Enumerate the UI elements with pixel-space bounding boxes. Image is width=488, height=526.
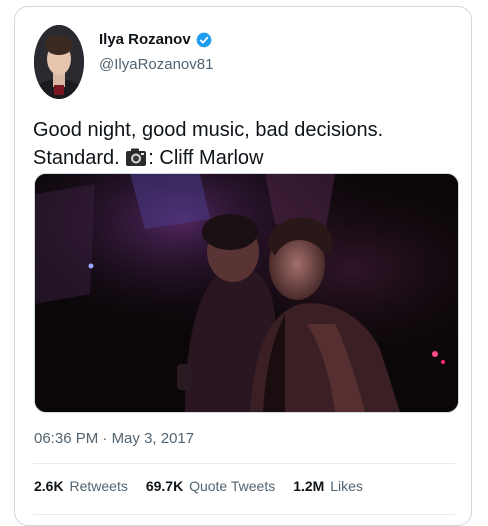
likes-stat[interactable]: 1.2M Likes <box>293 478 363 494</box>
divider-bottom <box>33 514 455 515</box>
tweet-card: Ilya Rozanov @IlyaRozanov81 Good night, … <box>14 6 472 526</box>
tweet-text-line-1: Good night, good music, bad decisions. <box>33 119 384 141</box>
quote-tweets-label: Quote Tweets <box>189 478 276 494</box>
tweet-text: Good night, good music, bad decisions. S… <box>33 116 453 172</box>
timestamp-time: 06:36 PM <box>34 430 99 447</box>
media-photo <box>35 174 458 412</box>
author-handle[interactable]: @IlyaRozanov81 <box>99 56 213 73</box>
retweets-count: 2.6K <box>34 478 64 494</box>
quote-tweets-count: 69.7K <box>145 478 184 494</box>
likes-count: 1.2M <box>293 478 325 494</box>
camera-icon <box>126 148 147 166</box>
avatar[interactable] <box>34 25 84 99</box>
tweet-text-line-2-post: : Cliff Marlow <box>148 147 264 169</box>
retweets-label: Retweets <box>69 478 128 494</box>
tweet-media-image[interactable] <box>34 173 459 413</box>
likes-label: Likes <box>330 478 363 494</box>
author-name[interactable]: Ilya Rozanov <box>99 31 191 48</box>
avatar-image <box>34 25 84 99</box>
tweet-stats: 2.6K Retweets 69.7K Quote Tweets 1.2M Li… <box>34 478 363 494</box>
tweet-text-line-2: Standard. : Cliff Marlow <box>33 144 453 172</box>
tweet-text-line-2-pre: Standard. <box>33 147 120 169</box>
verified-badge-icon <box>196 32 212 47</box>
retweets-stat[interactable]: 2.6K Retweets <box>34 478 128 494</box>
tweet-timestamp[interactable]: 06:36 PM · May 3, 2017 <box>34 430 194 447</box>
divider-top <box>33 463 455 464</box>
quote-tweets-stat[interactable]: 69.7K Quote Tweets <box>146 478 275 494</box>
author-row: Ilya Rozanov <box>99 31 212 48</box>
timestamp-separator: · <box>102 430 108 447</box>
timestamp-date: May 3, 2017 <box>111 430 195 447</box>
